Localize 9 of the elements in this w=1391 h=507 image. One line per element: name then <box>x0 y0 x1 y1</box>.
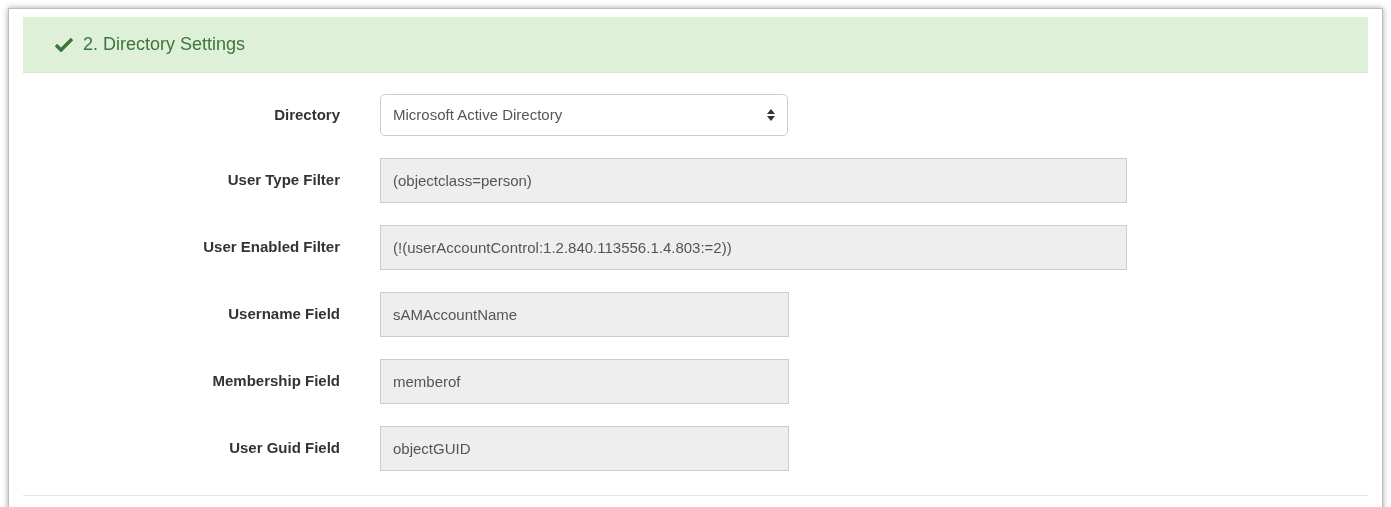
field-label: Username Field <box>227 304 340 325</box>
field-label: User Enabled Filter <box>202 237 340 258</box>
field-label: Membership Field <box>211 371 340 392</box>
field-label: User Type Filter <box>226 170 340 191</box>
panel-title: 2. Directory Settings <box>83 33 246 56</box>
field-label: Directory <box>273 104 340 125</box>
updown-caret-icon <box>767 109 775 121</box>
field-label: User Guid Field <box>228 438 340 459</box>
dropdown[interactable]: Microsoft Active Directory <box>380 94 788 136</box>
